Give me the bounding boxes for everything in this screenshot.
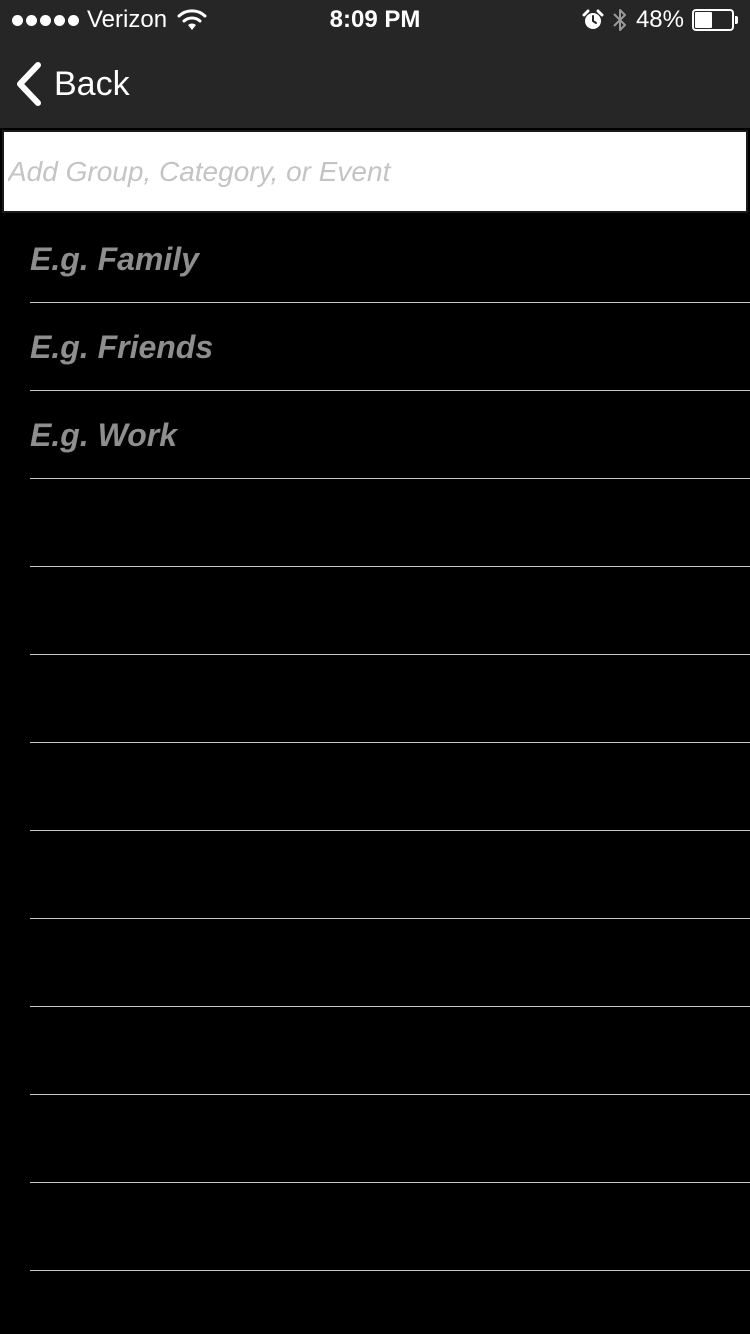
list-item[interactable]: E.g. Work bbox=[30, 391, 750, 479]
back-button[interactable]: Back bbox=[14, 58, 130, 110]
navigation-bar: Back bbox=[0, 40, 750, 128]
alarm-clock-icon bbox=[582, 9, 604, 29]
add-group-input[interactable] bbox=[2, 130, 748, 213]
list-item-label: E.g. Family bbox=[30, 241, 199, 277]
list-item[interactable] bbox=[30, 655, 750, 743]
status-right: 48% bbox=[582, 6, 738, 34]
list-item[interactable] bbox=[30, 919, 750, 1007]
battery-icon bbox=[692, 9, 738, 31]
list-item-label: E.g. Work bbox=[30, 417, 177, 453]
list-item[interactable]: E.g. Family bbox=[30, 215, 750, 303]
chevron-left-icon bbox=[17, 62, 41, 106]
back-button-label: Back bbox=[54, 65, 130, 103]
battery-fill bbox=[695, 12, 712, 28]
list-item[interactable] bbox=[30, 567, 750, 655]
list-item[interactable] bbox=[30, 1183, 750, 1271]
list-item[interactable] bbox=[30, 831, 750, 919]
group-list: E.g. Family E.g. Friends E.g. Work bbox=[0, 215, 750, 1271]
list-item[interactable] bbox=[30, 479, 750, 567]
list-item[interactable] bbox=[30, 1007, 750, 1095]
list-item[interactable] bbox=[30, 743, 750, 831]
bluetooth-icon bbox=[613, 9, 626, 31]
add-field-container bbox=[0, 128, 750, 215]
list-item[interactable]: E.g. Friends bbox=[30, 303, 750, 391]
screen: Verizon 8:09 PM 48% Back Add Group, Cate… bbox=[0, 0, 750, 1334]
battery-percentage: 48% bbox=[635, 6, 684, 33]
status-bar: Verizon 8:09 PM 48% bbox=[0, 0, 750, 40]
list-item[interactable] bbox=[30, 1095, 750, 1183]
list-item-label: E.g. Friends bbox=[30, 329, 214, 365]
